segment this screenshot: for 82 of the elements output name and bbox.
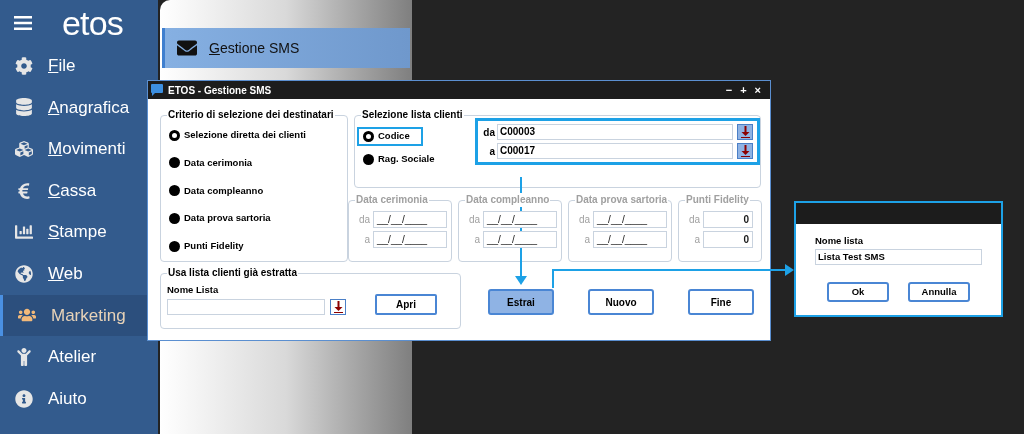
dialog-button[interactable]: Fine	[688, 289, 754, 315]
field-label: da	[467, 213, 480, 227]
radio-option[interactable]: Codice	[357, 127, 423, 146]
input-field[interactable]: Lista Test SMS	[815, 249, 982, 266]
download-arrow-icon	[333, 301, 343, 314]
sidebar-item-label: Marketing	[51, 304, 126, 327]
window-control[interactable]: ×	[754, 84, 761, 96]
radio-button[interactable]	[363, 131, 374, 142]
sidebar-item[interactable]: Movimenti	[0, 128, 158, 170]
window-title: ETOS - Gestione SMS	[168, 83, 272, 98]
field-label: a	[583, 233, 590, 247]
window-control[interactable]: −	[725, 84, 733, 96]
radio-label: Codice	[378, 129, 410, 144]
submenu-item[interactable]: Gestione SMS	[162, 28, 410, 68]
lookup-button[interactable]	[737, 143, 753, 159]
input-field[interactable]: C00017	[497, 143, 733, 159]
field-label: da	[357, 213, 370, 227]
input-field[interactable]	[167, 299, 325, 316]
sidebar-item[interactable]: Aiuto	[0, 377, 158, 420]
lookup-button[interactable]	[330, 299, 346, 316]
input-field[interactable]: C00003	[497, 124, 733, 140]
group-title: Data compleanno	[465, 193, 551, 207]
submenu-item-label: Gestione SMS	[209, 38, 300, 58]
radio-label: Data compleanno	[184, 183, 264, 198]
download-arrow-icon	[740, 145, 750, 157]
sidebar-item[interactable]: Web	[0, 252, 158, 295]
sidebar-item-label: Web	[48, 263, 83, 285]
field-label: Nome lista	[815, 234, 865, 248]
radio-button[interactable]	[169, 129, 180, 141]
radio-button[interactable]	[363, 154, 374, 165]
download-arrow-icon	[740, 126, 750, 138]
sidebar-item[interactable]: Atelier	[0, 336, 158, 378]
cubes-icon	[14, 140, 34, 158]
lookup-button[interactable]	[737, 124, 753, 140]
menu-icon[interactable]	[14, 15, 32, 30]
sidebar-item-label: Atelier	[48, 346, 97, 369]
sidebar-item-label: File	[48, 55, 76, 78]
field-label: a	[488, 144, 495, 159]
sidebar-item-label: Movimenti	[48, 138, 126, 161]
logo: etos	[62, 2, 123, 43]
window-control[interactable]: +	[740, 84, 747, 96]
envelope-icon	[177, 38, 197, 58]
open-button[interactable]: Apri	[375, 293, 437, 315]
group-title: Punti Fidelity	[685, 193, 750, 207]
radio-button[interactable]	[169, 212, 180, 224]
radio-label: Rag. Sociale	[378, 152, 435, 167]
person-icon	[14, 347, 34, 366]
field-label: a	[473, 233, 480, 247]
radio-button[interactable]	[169, 240, 180, 252]
field-label: Nome Lista	[167, 283, 220, 297]
radio-option[interactable]: Rag. Sociale	[357, 150, 475, 169]
radio-label: Punti Fidelity	[184, 239, 244, 253]
radio-button[interactable]	[169, 185, 180, 197]
radio-label: Data prova sartoria	[184, 211, 271, 226]
dialog-button[interactable]: Annulla	[908, 282, 970, 303]
sidebar-item-label: Aiuto	[48, 387, 87, 410]
sidebar-item-label: Cassa	[48, 179, 97, 202]
radio-label: Data cerimonia	[184, 155, 253, 170]
sidebar-item-label: Anagrafica	[48, 96, 130, 119]
info-icon	[14, 389, 34, 408]
globe-icon	[14, 264, 34, 283]
database-icon	[14, 98, 34, 117]
dialog-button[interactable]: Estrai	[488, 289, 554, 315]
sidebar-item-label: Stampe	[48, 221, 107, 244]
dialog-button[interactable]: Nuovo	[588, 289, 654, 315]
field-label: da	[577, 213, 590, 227]
sidebar-item[interactable]: File	[0, 45, 158, 87]
dialog-button[interactable]: Ok	[827, 282, 889, 303]
field-label: da	[687, 213, 700, 227]
field-label: da	[482, 125, 495, 140]
radio-label: Selezione diretta dei clienti	[184, 128, 306, 142]
radio-button[interactable]	[169, 157, 180, 169]
group-title: Data prova sartoria	[575, 193, 669, 207]
sidebar-item[interactable]: Cassa	[0, 169, 158, 212]
bar-chart-icon	[14, 223, 34, 242]
chat-bubble-icon	[151, 84, 163, 96]
sidebar-item[interactable]: Stampe	[0, 211, 158, 253]
field-label: a	[363, 233, 370, 247]
field-label: a	[693, 233, 700, 247]
group-title: Usa lista clienti già estratta	[167, 266, 298, 280]
gear-icon	[14, 56, 34, 75]
sidebar-item[interactable]: Anagrafica	[0, 86, 158, 129]
